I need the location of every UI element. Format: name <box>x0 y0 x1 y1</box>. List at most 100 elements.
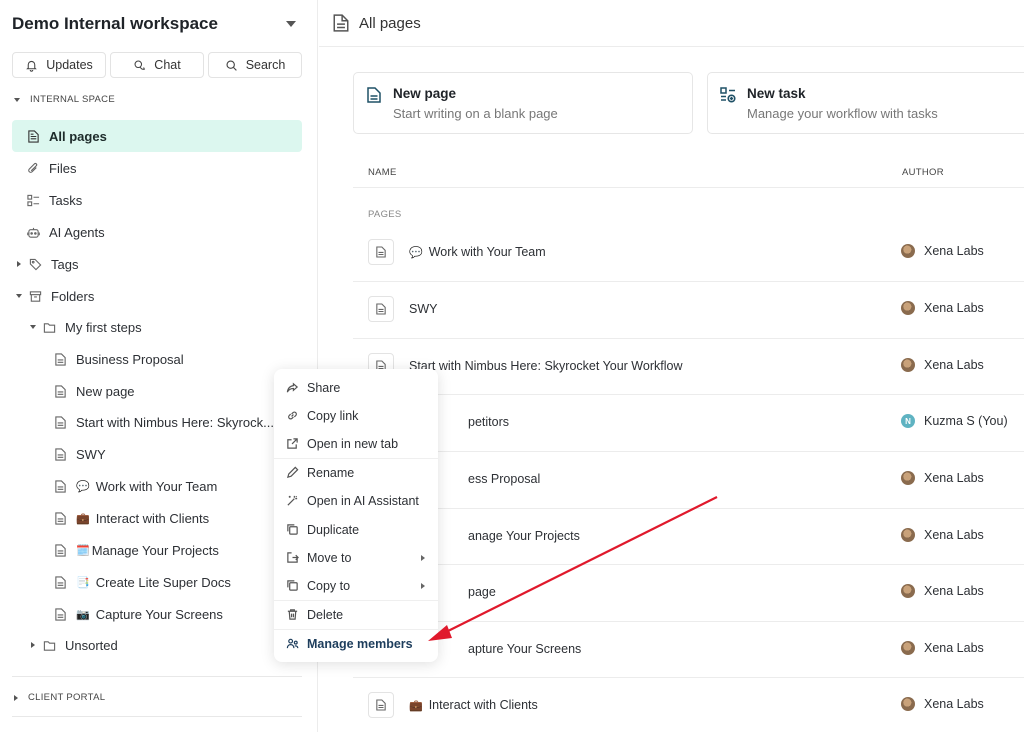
new-page-card[interactable]: New page Start writing on a blank page <box>353 72 693 134</box>
search-icon <box>226 59 237 71</box>
sidebar-folder-unsorted[interactable]: Unsorted <box>28 629 118 661</box>
row-author: Xena Labs <box>901 528 984 542</box>
menu-item-open-new-tab[interactable]: Open in new tab <box>274 430 438 457</box>
search-button[interactable]: Search <box>208 52 302 78</box>
table-row[interactable]: page Xena Labs <box>353 565 1024 621</box>
menu-item-move-to[interactable]: Move to <box>274 544 438 571</box>
sidebar-page-item[interactable]: 💼 Interact with Clients <box>53 502 209 534</box>
table-row[interactable]: 💼 Interact with Clients Xena Labs <box>353 678 1024 732</box>
page-emoji: 💼 <box>76 512 90 525</box>
author-name: Xena Labs <box>924 641 984 655</box>
page-icon <box>53 575 67 589</box>
chevron-down-icon[interactable] <box>14 294 24 298</box>
sidebar-page-item[interactable]: 📑 Create Lite Super Docs <box>53 566 231 598</box>
workspace-title[interactable]: Demo Internal workspace <box>12 14 218 34</box>
sidebar-page-item[interactable]: SWY <box>53 438 106 470</box>
sidebar-page-item[interactable]: New page <box>53 375 135 407</box>
menu-item-copy-to[interactable]: Copy to <box>274 572 438 599</box>
row-author: Xena Labs <box>901 358 984 372</box>
menu-item-label: Copy to <box>307 578 351 593</box>
row-title: page <box>468 585 496 599</box>
sidebar-item-all-pages[interactable]: All pages <box>12 120 302 152</box>
sidebar-item-files[interactable]: Files <box>26 152 76 184</box>
menu-item-share[interactable]: Share <box>274 374 438 401</box>
row-title-text: apture Your Screens <box>468 642 582 656</box>
row-author: Xena Labs <box>901 471 984 485</box>
author-name: Kuzma S (You) <box>924 414 1008 428</box>
group-label-pages: PAGES <box>368 209 402 220</box>
pencil-icon <box>286 466 299 479</box>
sidebar-page-item[interactable]: 🗓️ Manage Your Projects <box>53 534 219 566</box>
page-icon <box>368 296 394 322</box>
page-emoji: 💬 <box>409 247 423 259</box>
chat-button[interactable]: Chat <box>110 52 204 78</box>
chevron-right-icon[interactable] <box>28 642 38 648</box>
avatar <box>901 301 915 315</box>
table-row[interactable]: petitors N Kuzma S (You) <box>353 395 1024 451</box>
page-icon <box>53 607 67 621</box>
author-name: Xena Labs <box>924 358 984 372</box>
chevron-down-icon[interactable] <box>28 325 38 329</box>
menu-item-duplicate[interactable]: Duplicate <box>274 516 438 543</box>
section-client-portal[interactable]: CLIENT PORTAL <box>14 692 105 703</box>
page-icon <box>333 14 349 32</box>
sidebar-item-label: Folders <box>51 288 95 304</box>
row-author: Xena Labs <box>901 301 984 315</box>
author-name: Xena Labs <box>924 471 984 485</box>
sidebar-page-item[interactable]: Start with Nimbus Here: Skyrock... <box>53 406 274 438</box>
menu-item-rename[interactable]: Rename <box>274 459 438 486</box>
sidebar: Demo Internal workspace Updates Chat Sea… <box>0 0 318 732</box>
table-row[interactable]: 💬 Work with Your Team Xena Labs <box>353 225 1024 281</box>
menu-item-manage-members[interactable]: Manage members <box>274 630 438 657</box>
row-title: 💬 Work with Your Team <box>409 245 546 259</box>
updates-button[interactable]: Updates <box>12 52 106 78</box>
updates-label: Updates <box>46 58 93 72</box>
page-title: All pages <box>359 14 421 32</box>
section-internal-space[interactable]: INTERNAL SPACE <box>14 94 115 105</box>
sidebar-page-title: Start with Nimbus Here: Skyrock... <box>76 414 274 430</box>
page-icon <box>368 692 394 718</box>
menu-item-copy-link[interactable]: Copy link <box>274 402 438 429</box>
divider <box>12 676 302 677</box>
menu-item-label: Duplicate <box>307 522 360 537</box>
row-title-text: ess Proposal <box>468 472 541 486</box>
table-row[interactable]: Start with Nimbus Here: Skyrocket Your W… <box>353 339 1024 395</box>
sidebar-item-folders[interactable]: Folders <box>14 280 94 312</box>
chevron-right-icon[interactable] <box>14 261 24 267</box>
page-icon <box>368 239 394 265</box>
sidebar-page-item[interactable]: 📷 Capture Your Screens <box>53 598 223 630</box>
menu-item-delete[interactable]: Delete <box>274 601 438 628</box>
menu-item-open-ai-assistant[interactable]: Open in AI Assistant <box>274 487 438 514</box>
page-icon <box>53 415 67 429</box>
sidebar-page-title: Create Lite Super Docs <box>95 574 231 590</box>
sidebar-item-tasks[interactable]: Tasks <box>26 184 82 216</box>
column-header-author[interactable]: AUTHOR <box>902 167 944 178</box>
page-icon <box>26 129 40 143</box>
menu-item-label: Share <box>307 380 341 395</box>
avatar <box>901 641 915 655</box>
magic-wand-icon <box>287 495 298 506</box>
robot-icon <box>26 225 40 239</box>
row-title-text: anage Your Projects <box>468 529 580 543</box>
avatar: N <box>901 414 915 428</box>
new-task-card[interactable]: New task Manage your workflow with tasks <box>707 72 1024 134</box>
workspace-dropdown-icon[interactable] <box>286 21 296 27</box>
sidebar-folder-my-first-steps[interactable]: My first steps <box>28 311 142 343</box>
table-row[interactable]: apture Your Screens Xena Labs <box>353 622 1024 678</box>
new-task-title: New task <box>747 86 806 101</box>
column-header-name[interactable]: NAME <box>368 167 397 178</box>
page-icon <box>53 447 67 461</box>
row-title-text: Interact with Clients <box>428 698 538 712</box>
menu-item-label: Rename <box>307 465 355 480</box>
row-title-text: SWY <box>409 302 438 316</box>
sidebar-item-ai-agents[interactable]: AI Agents <box>26 216 105 248</box>
sidebar-item-tags[interactable]: Tags <box>14 248 78 280</box>
sidebar-page-title: Work with Your Team <box>95 478 218 494</box>
table-row[interactable]: anage Your Projects Xena Labs <box>353 509 1024 565</box>
sidebar-page-item[interactable]: 💬 Work with Your Team <box>53 470 217 502</box>
row-title: petitors <box>468 415 509 429</box>
table-row[interactable]: SWY Xena Labs <box>353 282 1024 338</box>
table-row[interactable]: ess Proposal Xena Labs <box>353 452 1024 508</box>
avatar <box>901 584 915 598</box>
sidebar-page-item[interactable]: Business Proposal <box>53 343 184 375</box>
